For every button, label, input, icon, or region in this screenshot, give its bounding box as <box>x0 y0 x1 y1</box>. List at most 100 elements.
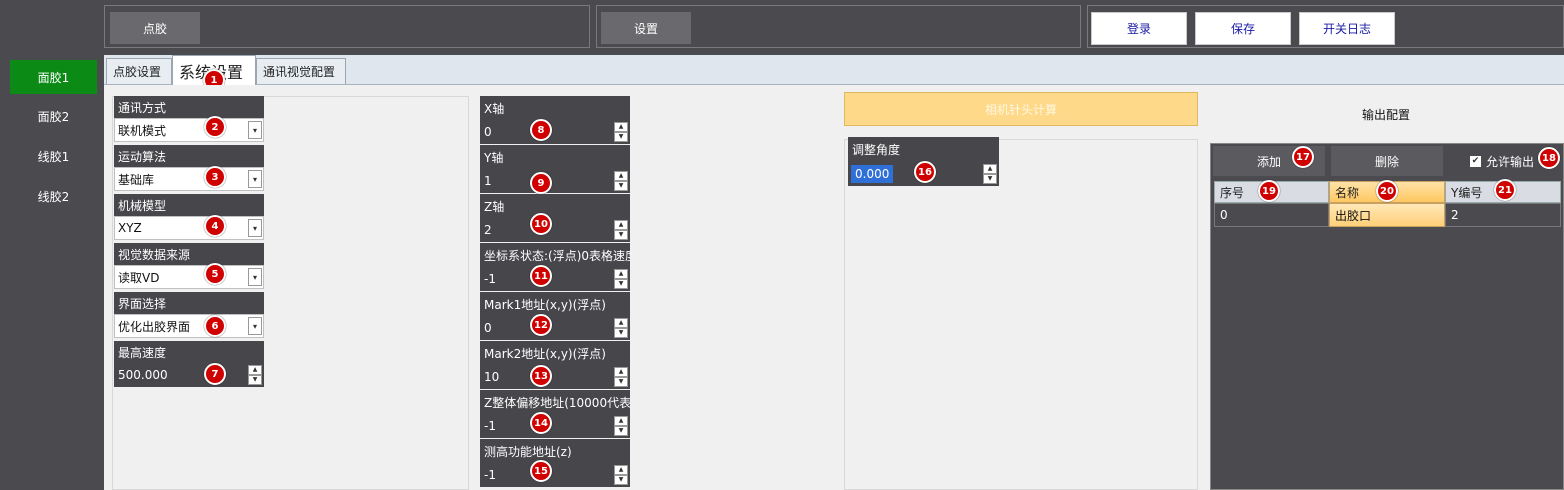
stepper-icon[interactable]: ▲ ▼ <box>248 365 262 386</box>
marker-4: 4 <box>204 215 226 237</box>
table-cell-y-number[interactable]: 2 <box>1445 203 1561 227</box>
marker-15: 15 <box>530 460 552 482</box>
field-label: Z轴 <box>480 194 630 218</box>
field-label: 测高功能地址(z) <box>480 439 630 463</box>
log-toggle-button[interactable]: 开关日志 <box>1299 12 1395 45</box>
settings-button[interactable]: 设置 <box>601 12 691 44</box>
field-label: 坐标系状态:(浮点)0表格速度 <box>480 243 630 267</box>
coord-state-value: -1 <box>484 272 496 286</box>
field-label: 视觉数据来源 <box>114 243 264 265</box>
chevron-down-icon[interactable]: ▾ <box>248 219 262 237</box>
mark2-address-input[interactable]: 10 ▲ ▼ <box>480 365 630 389</box>
marker-11: 11 <box>530 265 552 287</box>
sidebar-item-face-glue-2[interactable]: 面胶2 <box>10 99 97 133</box>
angle-label: 调整角度 <box>848 137 999 162</box>
field-label: Mark1地址(x,y)(浮点) <box>480 292 630 316</box>
motion-algorithm-value: 基础库 <box>118 172 155 187</box>
camera-panel <box>844 139 1198 490</box>
top-panel-actions: 登录 保存 开关日志 <box>1087 5 1564 48</box>
tab-dispense-settings[interactable]: 点胶设置 <box>106 58 172 84</box>
field-label: Y轴 <box>480 145 630 169</box>
chevron-down-icon[interactable]: ▾ <box>248 268 262 286</box>
allow-output-label: 允许输出 <box>1486 154 1535 169</box>
field-label: Z整体偏移地址(10000代表 <box>480 390 630 414</box>
angle-value: 0.000 <box>851 165 894 183</box>
vision-source-value: 读取VD <box>118 270 160 285</box>
mark2-address-value: 10 <box>484 370 500 384</box>
stepper-icon[interactable]: ▲ ▼ <box>614 269 628 290</box>
z-axis-value: 2 <box>484 223 492 237</box>
marker-12: 12 <box>530 314 552 336</box>
chevron-down-icon[interactable]: ▾ <box>248 121 262 139</box>
marker-9: 9 <box>530 172 552 194</box>
save-button[interactable]: 保存 <box>1195 12 1291 45</box>
sidebar-item-line-glue-2[interactable]: 线胶2 <box>10 179 97 213</box>
tab-comm-vision-config[interactable]: 通讯视觉配置 <box>256 58 346 84</box>
dispense-button[interactable]: 点胶 <box>110 12 200 44</box>
stepper-icon[interactable]: ▲ ▼ <box>614 318 628 339</box>
coord-state-input[interactable]: -1 ▲ ▼ <box>480 267 630 291</box>
interface-value: 优化出胶界面 <box>118 319 191 334</box>
marker-7: 7 <box>204 363 226 385</box>
marker-13: 13 <box>530 365 552 387</box>
height-measure-address-input[interactable]: -1 ▲ ▼ <box>480 463 630 487</box>
mark1-address-value: 0 <box>484 321 492 335</box>
mark1-address-input[interactable]: 0 ▲ ▼ <box>480 316 630 340</box>
delete-button[interactable]: 删除 <box>1331 146 1443 176</box>
z-offset-address-input[interactable]: -1 ▲ ▼ <box>480 414 630 438</box>
mechanical-model-select[interactable]: XYZ ▾ <box>114 216 264 240</box>
camera-calc-button[interactable]: 相机针头计算 <box>844 92 1198 126</box>
output-config-title: 输出配置 <box>1362 108 1411 122</box>
y-axis-input[interactable]: 1 ▲ ▼ <box>480 169 630 193</box>
y-axis-value: 1 <box>484 174 492 188</box>
allow-output-checkbox[interactable]: ✔ 允许输出 <box>1470 150 1534 172</box>
checkbox-checked-icon: ✔ <box>1470 155 1481 167</box>
field-label: X轴 <box>480 96 630 120</box>
sidebar-item-face-glue-1[interactable]: 面胶1 <box>10 60 97 94</box>
field-label: Mark2地址(x,y)(浮点) <box>480 341 630 365</box>
login-button[interactable]: 登录 <box>1091 12 1187 45</box>
vision-source-select[interactable]: 读取VD ▾ <box>114 265 264 289</box>
motion-algorithm-select[interactable]: 基础库 ▾ <box>114 167 264 191</box>
chevron-down-icon[interactable]: ▾ <box>248 170 262 188</box>
stepper-icon[interactable]: ▲ ▼ <box>614 122 628 143</box>
comm-mode-value: 联机模式 <box>118 123 167 138</box>
table-cell-name[interactable]: 出胶口 <box>1329 203 1445 227</box>
interface-select[interactable]: 优化出胶界面 ▾ <box>114 314 264 338</box>
marker-5: 5 <box>204 263 226 285</box>
top-panel-settings: 设置 <box>596 5 1081 48</box>
z-offset-address-value: -1 <box>484 419 496 433</box>
stepper-icon[interactable]: ▲ ▼ <box>983 164 997 185</box>
max-speed-value: 500.000 <box>118 368 168 382</box>
marker-6: 6 <box>204 315 226 337</box>
marker-21: 21 <box>1494 179 1516 201</box>
marker-14: 14 <box>530 412 552 434</box>
z-axis-input[interactable]: 2 ▲ ▼ <box>480 218 630 242</box>
comm-mode-select[interactable]: 联机模式 ▾ <box>114 118 264 142</box>
x-axis-input[interactable]: 0 ▲ ▼ <box>480 120 630 144</box>
marker-20: 20 <box>1376 180 1398 202</box>
marker-17: 17 <box>1292 146 1314 168</box>
field-label: 最高速度 <box>114 341 264 363</box>
mechanical-model-value: XYZ <box>118 221 142 235</box>
field-label: 运动算法 <box>114 145 264 167</box>
field-label: 通讯方式 <box>114 96 264 118</box>
x-axis-value: 0 <box>484 125 492 139</box>
stepper-icon[interactable]: ▲ ▼ <box>614 416 628 437</box>
stepper-icon[interactable]: ▲ ▼ <box>614 367 628 388</box>
chevron-down-icon[interactable]: ▾ <box>248 317 262 335</box>
stepper-icon[interactable]: ▲ ▼ <box>614 220 628 241</box>
max-speed-input[interactable]: 500.000 ▲ ▼ <box>114 363 264 387</box>
marker-19: 19 <box>1258 180 1280 202</box>
marker-8: 8 <box>530 119 552 141</box>
stepper-icon[interactable]: ▲ ▼ <box>614 171 628 192</box>
marker-10: 10 <box>530 213 552 235</box>
sidebar-item-line-glue-1[interactable]: 线胶1 <box>10 139 97 173</box>
height-measure-address-value: -1 <box>484 468 496 482</box>
table-cell-index[interactable]: 0 <box>1214 203 1329 227</box>
tab-strip: 点胶设置 系统设置 通讯视觉配置 <box>104 55 1564 85</box>
stepper-icon[interactable]: ▲ ▼ <box>614 465 628 486</box>
top-panel-dispense: 点胶 <box>104 5 590 48</box>
marker-2: 2 <box>204 116 226 138</box>
marker-18: 18 <box>1538 147 1560 169</box>
